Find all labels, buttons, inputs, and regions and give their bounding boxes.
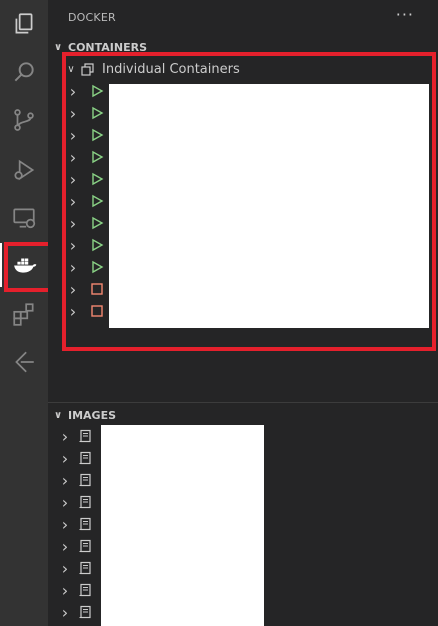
containers-highlight-box (62, 52, 436, 351)
search-icon[interactable] (0, 50, 48, 94)
chevron-right-icon: › (61, 426, 69, 446)
redacted-image-names (101, 425, 264, 626)
chevron-down-icon: ∨ (53, 41, 63, 53)
run-debug-icon[interactable] (0, 148, 48, 192)
chevron-right-icon: › (61, 536, 69, 556)
image-layers-icon (79, 451, 91, 465)
source-control-icon[interactable] (0, 98, 48, 142)
image-layers-icon (79, 495, 91, 509)
remote-explorer-icon[interactable] (0, 196, 48, 240)
chevron-down-icon: ∨ (53, 409, 63, 421)
image-layers-icon (79, 605, 91, 619)
image-layers-icon (79, 517, 91, 531)
gitlens-icon[interactable] (0, 340, 48, 384)
image-layers-icon (79, 429, 91, 443)
chevron-right-icon: › (61, 514, 69, 534)
image-layers-icon (79, 561, 91, 575)
chevron-right-icon: › (61, 580, 69, 600)
image-layers-icon (79, 473, 91, 487)
more-actions-icon[interactable]: ··· (396, 5, 414, 24)
chevron-right-icon: › (61, 558, 69, 578)
extensions-icon[interactable] (0, 292, 48, 336)
explorer-icon[interactable] (0, 2, 48, 46)
sidebar-title: DOCKER (68, 11, 116, 24)
chevron-right-icon: › (61, 492, 69, 512)
chevron-right-icon: › (61, 602, 69, 622)
images-section-header[interactable]: ∨ IMAGES (48, 404, 438, 426)
section-divider (48, 402, 438, 403)
image-layers-icon (79, 539, 91, 553)
docker-sidebar: DOCKER ··· ∨ CONTAINERS ∨ Individual Con… (48, 0, 438, 626)
activity-bar (0, 0, 60, 626)
image-layers-icon (79, 583, 91, 597)
images-header-label: IMAGES (68, 408, 117, 422)
chevron-right-icon: › (61, 448, 69, 468)
chevron-right-icon: › (61, 470, 69, 490)
